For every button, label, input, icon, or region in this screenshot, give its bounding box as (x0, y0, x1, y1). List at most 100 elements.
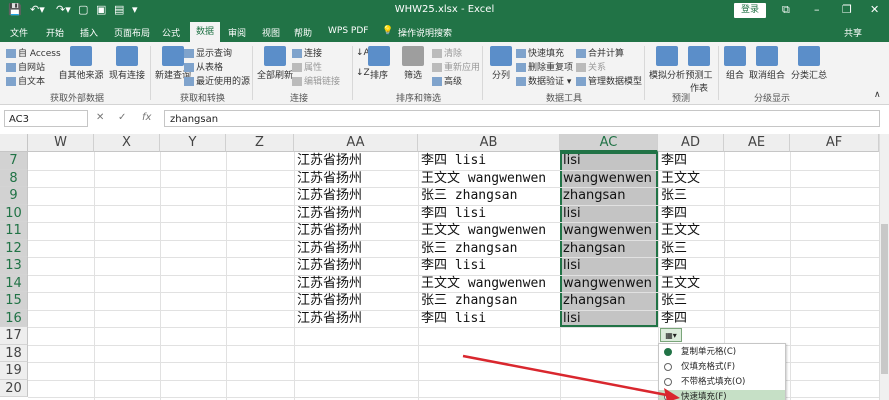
tab-view[interactable]: 视图 (262, 26, 280, 39)
web-icon (6, 63, 16, 72)
tab-data[interactable]: 数据 (190, 22, 221, 42)
properties-button[interactable]: 属性 (292, 60, 322, 73)
worksheet-grid: W X Y Z AA AB AC AD AE AF 7 江苏省扬州 李四 lisi l… (0, 134, 889, 400)
cancel-icon[interactable]: ✕ (96, 112, 104, 123)
title-bar: 💾 ↶▾ ↷▾ ▢ ▣ ▤ ▾ WHW25.xlsx - Excel 登录 ⧉ … (0, 0, 889, 22)
filter-label: 筛选 (403, 71, 422, 81)
recent-sources-button[interactable]: 最近使用的源 (184, 74, 250, 87)
other-sources-button[interactable]: 自其他来源 (58, 46, 104, 81)
tab-insert[interactable]: 插入 (80, 26, 98, 39)
close-button[interactable]: ✕ (870, 3, 879, 16)
tab-wps-pdf[interactable]: WPS PDF (328, 26, 368, 36)
existing-connections-button[interactable]: 现有连接 (104, 46, 150, 81)
data-validation-button[interactable]: 数据验证 ▾ (516, 74, 571, 87)
refresh-icon (264, 46, 286, 66)
text-file-icon (6, 77, 16, 86)
existing-connections-label: 现有连接 (108, 71, 145, 81)
recent-sources-icon (184, 77, 194, 86)
data-validation-label: 数据验证 (528, 77, 565, 87)
consolidate-button[interactable]: 合并计算 (576, 46, 624, 59)
manage-data-model-button[interactable]: 管理数据模型 (576, 74, 642, 87)
ribbon-display-icon[interactable]: ⧉ (782, 3, 790, 17)
show-queries-icon (184, 49, 194, 58)
sort-icon (368, 46, 390, 66)
what-if-icon (656, 46, 678, 66)
from-web-button[interactable]: 自网站 (6, 60, 45, 73)
connections-button[interactable]: 连接 (292, 46, 322, 59)
formula-input[interactable]: zhangsan (164, 110, 880, 127)
collapse-ribbon-icon[interactable]: ∧ (874, 90, 881, 100)
consolidate-icon (576, 49, 586, 58)
ribbon: 自 Access 自网站 自文本 自其他来源 现有连接 获取外部数据 新建查询 … (0, 42, 889, 105)
restore-button[interactable]: ❐ (842, 3, 852, 16)
group-sort-filter: 排序和筛选 (396, 94, 442, 104)
from-access-button[interactable]: 自 Access (6, 46, 61, 59)
group-outline: 分级显示 (754, 94, 791, 104)
from-table-button[interactable]: 从表格 (184, 60, 223, 73)
name-box[interactable]: AC3 (4, 110, 88, 127)
forecast-icon (688, 46, 710, 66)
show-queries-button[interactable]: 显示查询 (184, 46, 232, 59)
relationships-label: 关系 (588, 63, 607, 73)
group-connections: 连接 (290, 94, 309, 104)
annotation-arrow (462, 354, 680, 400)
edit-links-button[interactable]: 编辑链接 (292, 74, 340, 87)
share-button[interactable]: 共享 (844, 26, 862, 39)
reapply-label: 重新应用 (444, 63, 481, 73)
subtotal-button[interactable]: 分类汇总 (786, 46, 832, 81)
tab-file[interactable]: 文件 (10, 26, 28, 39)
from-text-label: 自文本 (18, 77, 46, 87)
ungroup-icon (756, 46, 778, 66)
group-data-tools: 数据工具 (546, 94, 583, 104)
remove-duplicates-icon (516, 63, 526, 72)
edit-links-label: 编辑链接 (304, 77, 341, 87)
tab-home[interactable]: 开始 (46, 26, 64, 39)
advanced-filter-button[interactable]: 高级 (432, 74, 462, 87)
recent-sources-label: 最近使用的源 (196, 77, 251, 87)
group-get-external: 获取外部数据 (50, 94, 105, 104)
ribbon-tabs: 文件 开始 插入 页面布局 公式 数据 审阅 视图 帮助 WPS PDF 💡 操… (0, 22, 889, 42)
from-web-label: 自网站 (18, 63, 46, 73)
lightbulb-icon: 💡 (382, 26, 394, 36)
tab-page-layout[interactable]: 页面布局 (114, 26, 150, 39)
flash-fill-button[interactable]: 快速填充 (516, 46, 564, 59)
remove-duplicates-button[interactable]: 删除重复项 (516, 60, 573, 73)
text-to-columns-label: 分列 (491, 71, 510, 81)
refresh-all-label: 全部刷新 (256, 71, 293, 81)
filter-icon (402, 46, 424, 66)
table-icon (184, 63, 194, 72)
consolidate-label: 合并计算 (588, 49, 625, 59)
ribbon-separator (352, 46, 353, 100)
enter-icon[interactable]: ✓ (118, 112, 126, 123)
login-button[interactable]: 登录 (734, 3, 766, 18)
existing-connections-icon (116, 46, 138, 66)
subtotal-label: 分类汇总 (790, 71, 827, 81)
other-sources-label: 自其他来源 (58, 71, 104, 81)
fx-icon[interactable]: fx (142, 112, 151, 123)
filter-button[interactable]: 筛选 (390, 46, 436, 81)
from-text-button[interactable]: 自文本 (6, 74, 45, 87)
formula-bar: AC3 ✕ ✓ fx zhangsan (0, 108, 889, 129)
connections-icon (292, 49, 302, 58)
edit-links-icon (292, 77, 302, 86)
tab-review[interactable]: 审阅 (228, 26, 246, 39)
reapply-button[interactable]: 重新应用 (432, 60, 480, 73)
tell-me-search[interactable]: 操作说明搜索 (398, 26, 452, 39)
minimize-button[interactable]: – (814, 3, 820, 16)
relationships-button[interactable]: 关系 (576, 60, 606, 73)
ungroup-button[interactable]: 取消组合 (744, 46, 790, 81)
flash-fill-label: 快速填充 (528, 49, 565, 59)
clear-filter-button[interactable]: 清除 (432, 46, 462, 59)
group-get-transform: 获取和转换 (180, 94, 226, 104)
flash-fill-icon (516, 49, 526, 58)
advanced-icon (432, 77, 442, 86)
from-access-label: 自 Access (18, 49, 61, 59)
tab-formulas[interactable]: 公式 (162, 26, 180, 39)
vertical-scrollbar[interactable] (879, 134, 889, 400)
connections-label: 连接 (304, 49, 323, 59)
relationships-icon (576, 63, 586, 72)
properties-icon (292, 63, 302, 72)
advanced-label: 高级 (444, 77, 463, 87)
tab-help[interactable]: 帮助 (294, 26, 312, 39)
scroll-thumb[interactable] (881, 224, 888, 374)
